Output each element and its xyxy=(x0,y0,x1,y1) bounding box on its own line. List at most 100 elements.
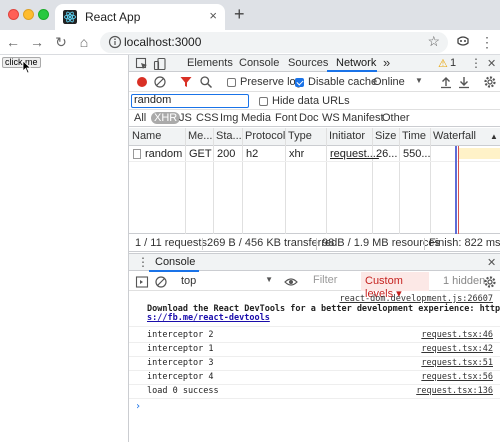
address-bar[interactable]: localhost:3000 ☆ xyxy=(100,32,448,53)
console-source-link[interactable]: request.tsx:51 xyxy=(421,358,493,368)
console-source-link[interactable]: request.tsx:56 xyxy=(421,372,493,382)
clear-console-icon[interactable] xyxy=(154,275,168,289)
tab-close-icon[interactable]: × xyxy=(209,8,217,23)
home-icon[interactable]: ⌂ xyxy=(75,33,93,51)
tab-sources[interactable]: Sources xyxy=(288,57,328,69)
drawer-menu-icon[interactable]: ⋮ xyxy=(137,255,149,269)
close-window-button[interactable] xyxy=(8,9,19,20)
console-source-link[interactable]: react-dom.development.js:26607 xyxy=(339,294,493,304)
type-js[interactable]: JS xyxy=(179,112,192,124)
request-initiator-link[interactable]: request.... xyxy=(330,148,379,160)
message-divider xyxy=(129,398,500,399)
column-type[interactable]: Type xyxy=(288,130,312,142)
export-har-icon[interactable] xyxy=(457,75,471,89)
zoom-window-button[interactable] xyxy=(38,9,49,20)
column-status[interactable]: Sta... xyxy=(216,130,242,142)
back-icon[interactable]: ← xyxy=(4,33,22,51)
clear-icon[interactable] xyxy=(153,75,167,89)
page-viewport: click me xyxy=(0,55,128,442)
chevron-down-icon[interactable]: ▼ xyxy=(415,76,423,85)
request-protocol: h2 xyxy=(246,148,259,160)
import-har-icon[interactable] xyxy=(439,75,453,89)
warning-icon[interactable]: ⚠ xyxy=(438,57,448,70)
console-prompt-icon[interactable]: › xyxy=(135,401,141,412)
type-css[interactable]: CSS xyxy=(196,112,219,124)
request-status: 200 xyxy=(217,148,236,160)
hide-data-urls-checkbox[interactable] xyxy=(259,95,268,107)
column-name[interactable]: Name xyxy=(132,130,161,142)
column-method[interactable]: Me... xyxy=(188,130,212,142)
type-other[interactable]: Other xyxy=(382,112,410,124)
browser-tab-bar: React App × + xyxy=(0,0,500,30)
type-manifest[interactable]: Manifest xyxy=(342,112,384,124)
search-icon[interactable] xyxy=(199,75,213,89)
inspect-element-icon[interactable] xyxy=(135,57,149,71)
minimize-window-button[interactable] xyxy=(23,9,34,20)
bookmark-star-icon[interactable]: ☆ xyxy=(427,33,440,50)
column-initiator[interactable]: Initiator xyxy=(329,130,365,142)
type-doc[interactable]: Doc xyxy=(299,112,319,124)
devtools-menu-icon[interactable]: ⋮ xyxy=(470,56,482,70)
type-font[interactable]: Font xyxy=(275,112,297,124)
waterfall-bar xyxy=(459,148,500,159)
column-time[interactable]: Time xyxy=(402,130,426,142)
column-size[interactable]: Size xyxy=(375,130,396,142)
more-tabs-icon[interactable]: » xyxy=(383,55,390,70)
tab-elements[interactable]: Elements xyxy=(187,57,233,69)
device-toolbar-icon[interactable] xyxy=(153,57,167,71)
record-icon[interactable] xyxy=(135,75,149,89)
console-settings-gear-icon[interactable] xyxy=(483,275,497,289)
column-waterfall[interactable]: Waterfall xyxy=(433,130,476,142)
column-divider xyxy=(372,128,373,234)
active-tab-indicator xyxy=(327,70,377,72)
drawer-tab-console[interactable]: Console xyxy=(155,256,195,268)
network-filter-input[interactable]: random xyxy=(131,94,249,108)
new-tab-button[interactable]: + xyxy=(234,4,245,25)
show-sidebar-icon[interactable] xyxy=(135,275,149,289)
tab-console[interactable]: Console xyxy=(239,57,279,69)
column-protocol[interactable]: Protocol xyxy=(245,130,285,142)
network-summary-bar: 1 / 11 requests 269 B / 456 KB transferr… xyxy=(129,236,500,252)
browser-menu-icon[interactable]: ⋮ xyxy=(478,33,496,51)
type-img[interactable]: Img xyxy=(220,112,238,124)
type-media[interactable]: Media xyxy=(241,112,271,124)
console-toolbar: top ▼ Filter Custom levels ▾ 1 hidden xyxy=(129,272,500,300)
console-message-link[interactable]: s://fb.me/react-devtools xyxy=(147,313,270,323)
summary-divider xyxy=(316,238,317,250)
hide-data-urls-label: Hide data URLs xyxy=(272,95,350,107)
live-expression-eye-icon[interactable] xyxy=(284,275,298,289)
browser-tab[interactable]: React App × xyxy=(55,4,225,30)
sort-up-icon[interactable]: ▲ xyxy=(490,132,498,141)
tab-network[interactable]: Network xyxy=(336,57,376,69)
disable-cache-checkbox[interactable] xyxy=(295,76,304,88)
console-source-link[interactable]: request.tsx:46 xyxy=(421,330,493,340)
console-message: interceptor 1 xyxy=(147,344,214,354)
type-all[interactable]: All xyxy=(134,112,146,124)
close-drawer-icon[interactable]: ✕ xyxy=(487,256,496,269)
console-source-link[interactable]: request.tsx:136 xyxy=(416,386,493,396)
request-method: GET xyxy=(189,148,212,160)
gear-icon[interactable] xyxy=(483,75,497,89)
throttling-select[interactable]: Online xyxy=(373,76,405,88)
dom-content-loaded-marker xyxy=(455,146,457,234)
table-row[interactable]: random GET 200 h2 xhr request.... 26... … xyxy=(129,146,500,162)
console-source-link[interactable]: request.tsx:42 xyxy=(421,344,493,354)
extension-icon[interactable] xyxy=(455,34,471,50)
site-info-icon[interactable] xyxy=(108,35,122,49)
message-divider xyxy=(129,356,500,357)
filter-icon[interactable] xyxy=(179,75,193,89)
type-ws[interactable]: WS xyxy=(322,112,340,124)
forward-icon[interactable]: → xyxy=(28,33,46,51)
network-toolbar: Preserve log Disable cache Online ▼ xyxy=(129,73,500,92)
preserve-log-checkbox[interactable] xyxy=(227,76,236,88)
preserve-log-label: Preserve log xyxy=(240,76,302,88)
console-filter-input[interactable]: Filter xyxy=(309,274,359,288)
tab-title: React App xyxy=(85,10,141,24)
disable-cache-label: Disable cache xyxy=(308,76,378,88)
type-xhr[interactable]: XHR xyxy=(151,112,181,124)
reload-icon[interactable]: ↻ xyxy=(52,33,70,51)
message-divider xyxy=(129,370,500,371)
close-devtools-icon[interactable]: ✕ xyxy=(487,57,496,70)
execution-context-select[interactable]: top ▼ xyxy=(181,275,273,287)
log-levels-dropdown[interactable]: Custom levels ▾ xyxy=(361,272,429,300)
